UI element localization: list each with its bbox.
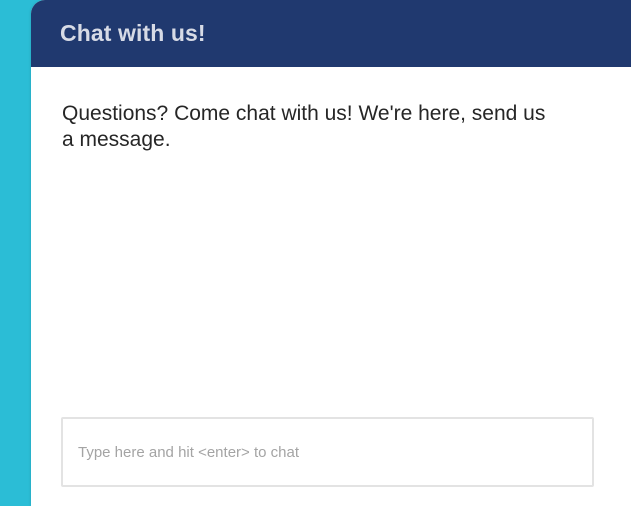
chat-body: Questions? Come chat with us! We're here… [31,67,631,506]
chat-widget: Chat with us! Questions? Come chat with … [31,0,631,506]
chat-title: Chat with us! [60,20,206,46]
chat-header: Chat with us! [31,0,631,67]
chat-message-input[interactable] [61,417,594,487]
welcome-message: Questions? Come chat with us! We're here… [62,102,546,151]
